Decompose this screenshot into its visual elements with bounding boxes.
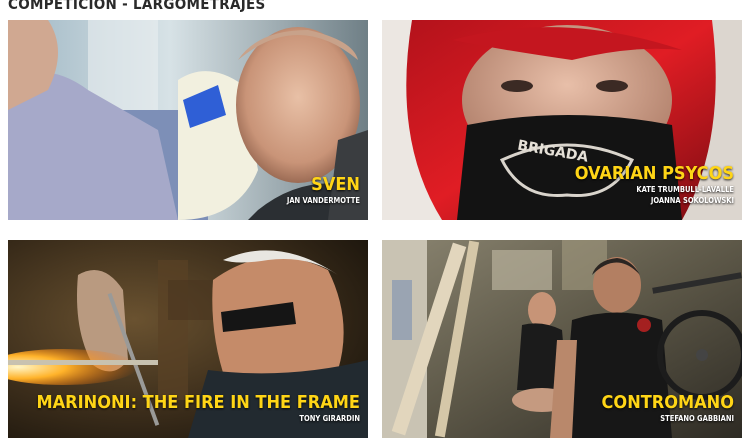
film-caption: MARINONI: THE FIRE IN THE FRAME TONY GIR… [37, 393, 360, 424]
film-director: KATE TRUMBULL-LAVALLE [636, 185, 734, 194]
film-caption: OVARIAN PSYCOS KATE TRUMBULL-LAVALLE JOA… [575, 164, 734, 206]
film-title: OVARIAN PSYCOS [574, 163, 734, 184]
film-director: STEFANO GABBIANI [660, 414, 734, 423]
film-director: JAN VANDERMOTTE [286, 196, 360, 205]
film-card-sven[interactable]: SVEN JAN VANDERMOTTE [8, 20, 368, 220]
film-card-contromano[interactable]: CONTROMANO STEFANO GABBIANI [382, 240, 742, 438]
film-caption: CONTROMANO STEFANO GABBIANI [602, 393, 734, 424]
film-card-marinoni[interactable]: MARINONI: THE FIRE IN THE FRAME TONY GIR… [8, 240, 368, 438]
film-title: SVEN [311, 174, 360, 195]
film-director: JOANNA SOKOLOWSKI [650, 196, 734, 205]
film-director: TONY GIRARDIN [299, 414, 360, 423]
film-caption: SVEN JAN VANDERMOTTE [287, 175, 360, 206]
film-title: MARINONI: THE FIRE IN THE FRAME [36, 392, 360, 413]
film-card-ovarian-psycos[interactable]: BRIGADA OVARIAN PSYCOS KATE TRUMBULL-LAV… [382, 20, 742, 220]
section-title: COMPETICIÓN - LARGOMETRAJES [8, 0, 266, 13]
film-title: CONTROMANO [601, 392, 734, 413]
